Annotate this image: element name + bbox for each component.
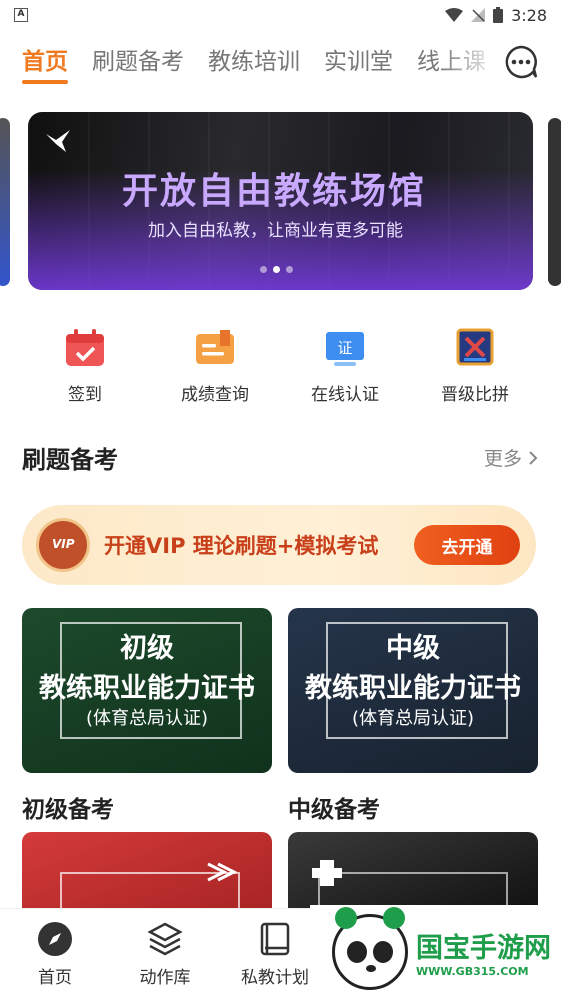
section-title: 刷题备考 [22,446,118,474]
site-watermark: 国宝手游网 WWW.GB315.COM [310,905,561,999]
cert-card-intermediate[interactable]: 中级 教练职业能力证书 (体育总局认证) [288,608,538,773]
status-icons: 3:28 [445,6,547,25]
status-time: 3:28 [511,5,547,25]
shortcut-label: 成绩查询 [181,385,249,405]
panda-logo-icon [332,907,408,990]
tab-practice[interactable]: 实训堂 [324,42,393,76]
cert-level: 中级 [386,633,440,664]
svg-text:证: 证 [337,339,352,357]
tabs-fade [440,42,500,82]
banner-subtitle: 加入自由私教，让商业有更多可能 [148,221,403,241]
promo-banner[interactable]: 开放自由教练场馆 加入自由私教，让商业有更多可能 [28,112,533,290]
next-banner-peek[interactable] [548,118,561,286]
chevron-right-icon [529,450,538,465]
bottom-tab-action-library[interactable]: 动作库 [110,909,220,999]
nsca-logo-icon [312,860,342,886]
book-icon [260,922,290,956]
battery-icon [493,7,504,23]
watermark-url: WWW.GB315.COM [416,965,529,978]
course-card-junior[interactable] [22,832,272,912]
shortcut-label: 晋级比拼 [441,385,509,405]
layers-icon [147,922,183,956]
arrow-logo-icon [207,862,238,882]
cert-name: 教练职业能力证书 [39,673,255,704]
cert-org: (体育总局认证) [85,708,209,729]
cert-level: 初级 [120,633,174,664]
shortcut-label: 在线认证 [311,385,379,405]
cert-org: (体育总局认证) [351,708,475,729]
pagination-dot-active [273,266,280,273]
shortcut-checkin[interactable]: 签到 [30,328,140,405]
brand-logo-icon [46,130,70,152]
calendar-check-icon [66,329,104,366]
vip-text: 开通VIP 理论刷题+模拟考试 [104,534,379,558]
shortcut-grid: 签到 成绩查询 证 在线认证 晋级比拼 [20,328,540,405]
more-link[interactable]: 更多 [484,444,538,471]
exam-prep-section-header: 刷题备考 更多 [22,440,538,475]
compass-icon [38,922,72,956]
shortcut-score[interactable]: 成绩查询 [160,328,270,405]
tab-exam-prep[interactable]: 刷题备考 [92,42,184,76]
competition-icon [456,328,494,366]
cert-name: 教练职业能力证书 [305,673,521,704]
tab-label: 动作库 [139,968,191,988]
score-card-icon [196,330,234,364]
tab-label: 私教计划 [241,968,309,988]
banner-pagination [260,266,293,273]
junior-prep-title: 初级备考 [22,797,114,823]
pagination-dot [260,266,267,273]
bottom-tab-home[interactable]: 首页 [0,909,110,999]
shortcut-certify[interactable]: 证 在线认证 [290,328,400,405]
cert-card-junior[interactable]: 初级 教练职业能力证书 (体育总局认证) [22,608,272,773]
status-bar: A 3:28 [0,0,561,30]
wifi-icon [445,8,464,22]
pagination-dot [286,266,293,273]
vip-promo-bar[interactable]: VIP 开通VIP 理论刷题+模拟考试 去开通 [22,505,536,585]
tab-home[interactable]: 首页 [22,42,68,84]
shortcut-label: 签到 [68,385,102,405]
vip-crown-icon: VIP [36,518,90,572]
banner-title: 开放自由教练场馆 [122,171,427,212]
watermark-text: 国宝手游网 WWW.GB315.COM [416,926,551,978]
message-icon[interactable] [503,44,539,80]
course-card-intermediate[interactable] [288,832,538,912]
notification-icon: A [14,8,28,22]
no-signal-icon [471,8,486,22]
certificate-icon: 证 [326,332,364,366]
prev-banner-peek[interactable] [0,118,10,286]
shortcut-competition[interactable]: 晋级比拼 [420,328,530,405]
vip-badge-label: VIP [52,537,75,551]
vip-open-button[interactable]: 去开通 [414,525,520,565]
tab-label: 首页 [38,968,72,988]
watermark-brand: 国宝手游网 [416,933,551,964]
tab-coach-training[interactable]: 教练培训 [208,42,300,76]
more-label: 更多 [483,448,522,470]
intermediate-prep-title: 中级备考 [288,797,380,823]
